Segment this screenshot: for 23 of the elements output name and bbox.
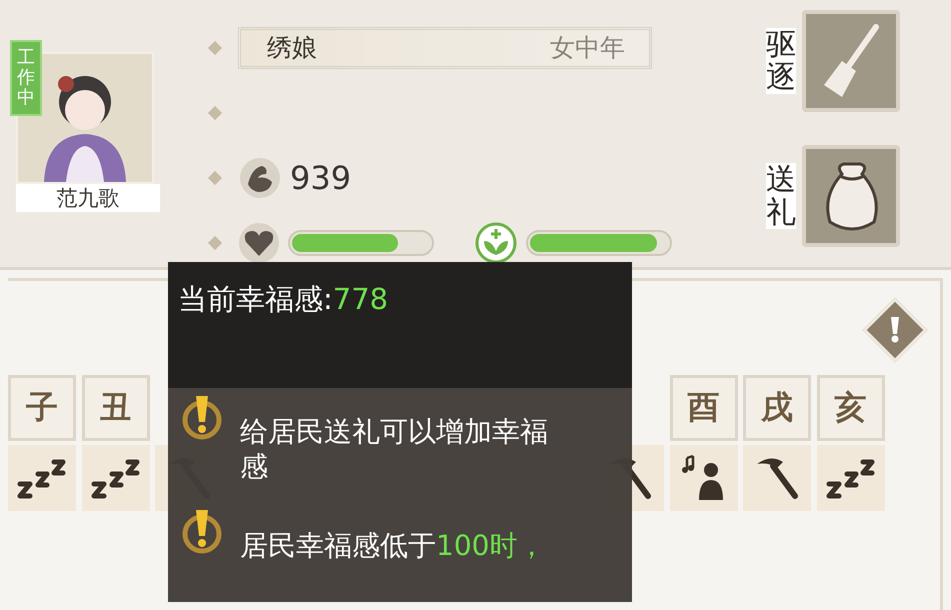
activity-slot[interactable] <box>8 445 76 511</box>
leaf-cross-icon <box>474 220 518 264</box>
happiness-title: 当前幸福感:778 <box>178 281 390 318</box>
status-badge: 工作中 <box>10 40 42 116</box>
tip-text: 给居民送礼可以增加幸福感 <box>240 414 549 484</box>
job-name: 绣娘 <box>267 32 317 64</box>
activity-slot[interactable] <box>816 445 884 511</box>
hour-label: 戌 <box>743 375 811 441</box>
action-label: 送礼 <box>766 163 796 229</box>
strength-value: 939 <box>290 158 352 196</box>
activity-slot[interactable] <box>82 445 150 511</box>
age-category: 女中年 <box>550 32 625 64</box>
hour-label: 子 <box>8 375 76 441</box>
exclamation-icon <box>890 317 900 343</box>
hour-label: 酉 <box>670 375 738 441</box>
action-button[interactable] <box>802 145 900 247</box>
activity-slot[interactable] <box>670 445 738 511</box>
hour-label: 丑 <box>82 375 150 441</box>
hour-label: 亥 <box>816 375 884 441</box>
action-label: 驱逐 <box>766 28 796 94</box>
activity-slot[interactable] <box>743 445 811 511</box>
resident-name: 范九歌 <box>16 184 160 212</box>
tip-text: 居民幸福感低于100时， <box>240 528 546 563</box>
